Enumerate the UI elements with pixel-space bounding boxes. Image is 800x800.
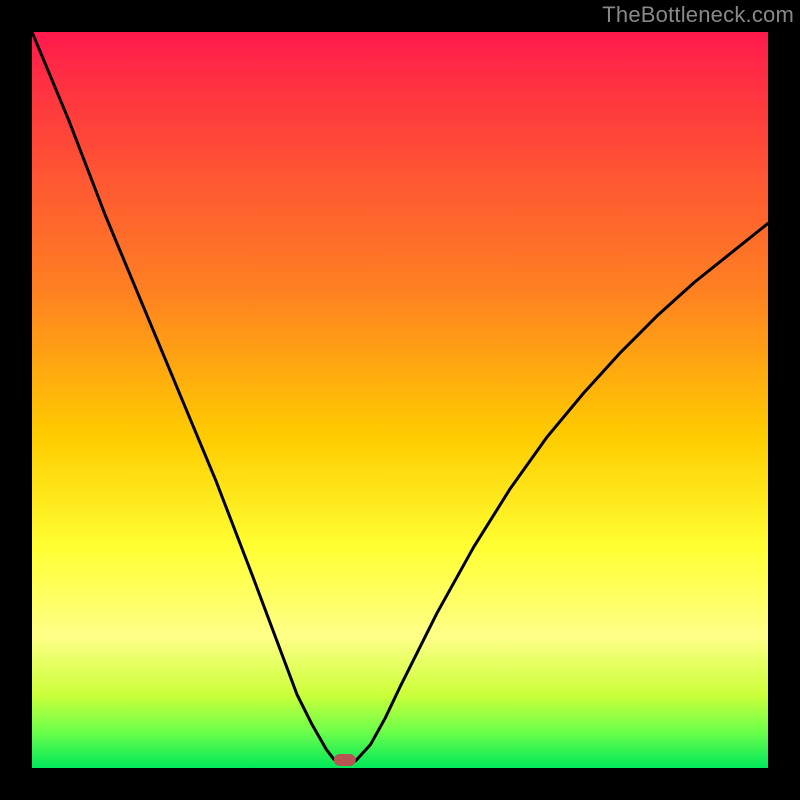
curve-path	[32, 32, 768, 764]
plot-area	[32, 32, 768, 768]
bottleneck-curve	[32, 32, 768, 768]
chart-frame: TheBottleneck.com	[0, 0, 800, 800]
watermark-text: TheBottleneck.com	[602, 2, 794, 28]
minimum-marker	[334, 754, 356, 766]
